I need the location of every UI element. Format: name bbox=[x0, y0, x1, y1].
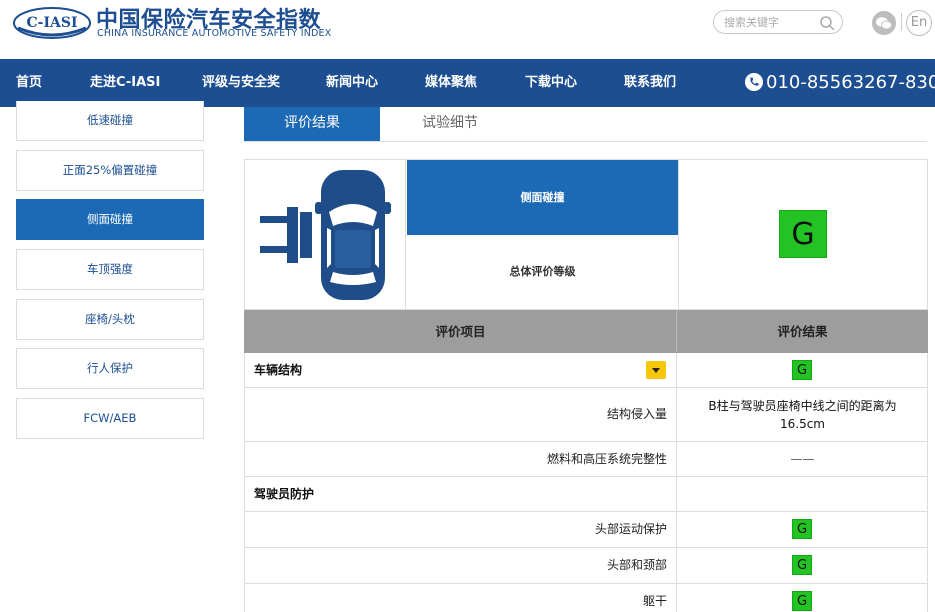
language-toggle-button[interactable]: En bbox=[906, 10, 932, 36]
tab-divider bbox=[244, 141, 927, 142]
table-row: 结构侵入量 B柱与驾驶员座椅中线之间的距离为16.5cm bbox=[244, 388, 928, 442]
wechat-icon[interactable] bbox=[872, 11, 896, 35]
nav-item-home[interactable]: 首页 bbox=[16, 59, 42, 107]
overall-grade-cell: G bbox=[678, 160, 927, 309]
grade-badge: G bbox=[792, 555, 812, 575]
sidebar-item-side-impact[interactable]: 侧面碰撞 bbox=[16, 199, 204, 240]
summary-box: 侧面碰撞 总体评价等级 G bbox=[244, 159, 928, 310]
grade-badge: G bbox=[792, 360, 812, 380]
search-icon[interactable] bbox=[819, 15, 835, 31]
tab-test-details[interactable]: 试验细节 bbox=[380, 107, 520, 141]
table-header-item: 评价项目 bbox=[245, 310, 677, 352]
logo-title-en: CHINA INSURANCE AUTOMOTIVE SAFETY INDEX bbox=[97, 28, 332, 39]
overall-rating-label: 总体评价等级 bbox=[509, 265, 576, 278]
logo-badge-icon[interactable]: C-IASI bbox=[12, 6, 92, 40]
side-impact-diagram bbox=[245, 160, 406, 309]
nav-item-news[interactable]: 新闻中心 bbox=[326, 59, 378, 107]
header-divider bbox=[901, 13, 902, 31]
sidebar-item-pedestrian[interactable]: 行人保护 bbox=[16, 348, 204, 389]
expand-toggle-button[interactable] bbox=[646, 361, 666, 379]
sidebar-item-fcw-aeb[interactable]: FCW/AEB bbox=[16, 398, 204, 439]
table-row: 车辆结构 G bbox=[244, 353, 928, 388]
grade-badge: G bbox=[792, 591, 812, 611]
item-label: 燃料和高压系统完整性 bbox=[245, 442, 677, 476]
nav-item-media[interactable]: 媒体聚焦 bbox=[425, 59, 477, 107]
category-label: 驾驶员防护 bbox=[245, 477, 677, 511]
item-label: 结构侵入量 bbox=[245, 388, 677, 441]
table-header-row: 评价项目 评价结果 bbox=[244, 310, 928, 353]
main-nav: 首页 走进C-IASI 评级与安全奖 新闻中心 媒体聚焦 下载中心 联系我们 0… bbox=[0, 59, 935, 107]
sidebar-item-seat-headrest[interactable]: 座椅/头枕 bbox=[16, 299, 204, 340]
nav-item-downloads[interactable]: 下载中心 bbox=[525, 59, 577, 107]
phone-icon bbox=[745, 73, 763, 91]
table-row: 驾驶员防护 bbox=[244, 477, 928, 512]
nav-item-contact[interactable]: 联系我们 bbox=[624, 59, 676, 107]
item-label: 头部运动保护 bbox=[245, 512, 677, 547]
logo-badge-text: C-IASI bbox=[26, 15, 77, 31]
side-impact-car-icon bbox=[260, 170, 391, 300]
sidebar-item-low-speed[interactable]: 低速碰撞 bbox=[16, 101, 204, 141]
site-header: C-IASI 中国保险汽车安全指数 CHINA INSURANCE AUTOMO… bbox=[0, 0, 935, 59]
search-box bbox=[713, 10, 843, 34]
nav-item-ratings[interactable]: 评级与安全奖 bbox=[202, 59, 280, 107]
result-text: B柱与驾驶员座椅中线之间的距离为16.5cm bbox=[708, 399, 897, 431]
phone-number-text: 010-85563267-830 bbox=[766, 72, 935, 93]
grade-badge: G bbox=[792, 519, 812, 539]
sidebar-item-small-overlap[interactable]: 正面25%偏置碰撞 bbox=[16, 150, 204, 191]
table-header-result: 评价结果 bbox=[777, 324, 828, 339]
sidebar-item-roof-strength[interactable]: 车顶强度 bbox=[16, 249, 204, 290]
table-row: 头部和颈部 G bbox=[244, 548, 928, 584]
result-dash: —— bbox=[790, 452, 815, 466]
item-label: 躯干 bbox=[245, 584, 677, 612]
nav-item-about[interactable]: 走进C-IASI bbox=[90, 59, 160, 107]
test-name-label: 侧面碰撞 bbox=[407, 160, 678, 235]
phone-number: 010-85563267-830 bbox=[745, 59, 935, 107]
table-row: 头部运动保护 G bbox=[244, 512, 928, 548]
search-input[interactable] bbox=[724, 14, 814, 30]
table-row: 躯干 G bbox=[244, 584, 928, 612]
table-row: 燃料和高压系统完整性 —— bbox=[244, 442, 928, 477]
item-label: 头部和颈部 bbox=[245, 548, 677, 583]
overall-grade-badge: G bbox=[779, 210, 827, 258]
category-label: 车辆结构 bbox=[254, 363, 303, 377]
tab-results[interactable]: 评价结果 bbox=[244, 107, 380, 141]
